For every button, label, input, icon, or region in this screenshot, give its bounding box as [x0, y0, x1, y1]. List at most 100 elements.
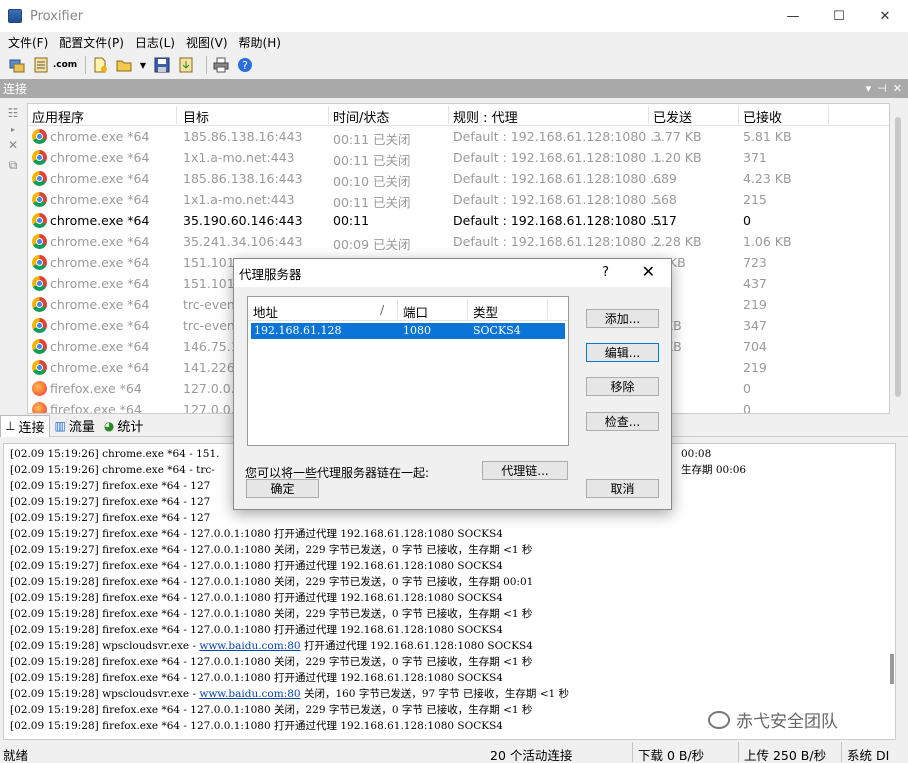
- row-sent: 568: [653, 192, 677, 207]
- expand-arrow-icon[interactable]: ▸: [0, 123, 26, 135]
- maximize-button[interactable]: ☐: [816, 0, 862, 32]
- tab-label: 统计: [117, 420, 144, 435]
- dialog-close-button[interactable]: ✕: [642, 262, 655, 281]
- vertical-scrollbar[interactable]: [891, 103, 905, 415]
- row-time-status: 00:11: [333, 213, 370, 228]
- cancel-button[interactable]: 取消: [586, 479, 659, 498]
- col-received[interactable]: 已接收: [743, 107, 782, 126]
- panel-pin-icon[interactable]: ⊣: [877, 82, 887, 95]
- row-received: 371: [743, 150, 767, 165]
- profile-icon[interactable]: [8, 56, 26, 74]
- row-time-status: 00:11 已关闭: [333, 132, 411, 147]
- col-sent[interactable]: 已发送: [653, 107, 692, 126]
- import-icon[interactable]: [177, 56, 195, 74]
- col-rule-proxy[interactable]: 规则 : 代理: [453, 107, 518, 126]
- add-button[interactable]: 添加...: [586, 309, 659, 328]
- row-target: 1x1.a-mo.net:443: [183, 150, 295, 165]
- check-button[interactable]: 检查...: [586, 412, 659, 431]
- print-icon[interactable]: [212, 56, 230, 74]
- status-active-connections: 20 个活动连接: [490, 748, 573, 763]
- panel-close-icon[interactable]: ✕: [893, 82, 902, 95]
- minimize-button[interactable]: —: [770, 0, 816, 32]
- open-icon[interactable]: [115, 56, 133, 74]
- log-scrollbar[interactable]: [890, 654, 894, 684]
- log-text-tail: 打开通过代理 192.168.61.128:1080 SOCKS4: [300, 640, 533, 652]
- ok-button[interactable]: 确定: [246, 479, 319, 498]
- log-text: [02.09 15:19:28] firefox.exe *64 - 127.0…: [10, 576, 534, 588]
- scroll-thumb[interactable]: [895, 117, 901, 397]
- table-row[interactable]: chrome.exe *64 185.86.138.16:443 00:11 已关闭…: [28, 126, 889, 147]
- row-application: chrome.exe *64: [50, 339, 150, 354]
- log-line: [02.09 15:19:28] firefox.exe *64 - 127.0…: [10, 606, 889, 622]
- window-icon[interactable]: ⧉: [0, 155, 26, 175]
- menu-view[interactable]: 视图(V): [186, 34, 228, 51]
- log-text: [02.09 15:19:26] chrome.exe *64 - trc-: [10, 464, 215, 476]
- row-rule-proxy: Default : 192.168.61.128:1080 ...: [453, 129, 663, 144]
- close-connection-icon[interactable]: ✕: [0, 135, 26, 155]
- row-rule-proxy: Default : 192.168.61.128:1080 ...: [453, 213, 663, 228]
- row-target: trc-event: [183, 318, 240, 333]
- log-line: [02.09 15:19:28] firefox.exe *64 - 127.0…: [10, 654, 889, 670]
- col-type[interactable]: 类型: [473, 302, 498, 321]
- list-view-icon[interactable]: ☷: [0, 103, 26, 123]
- panel-menu-icon[interactable]: ▾: [866, 82, 872, 95]
- remove-button[interactable]: 移除: [586, 377, 659, 396]
- table-row[interactable]: chrome.exe *64 35.241.34.106:443 00:09 已关闭…: [28, 231, 889, 252]
- row-received: 723: [743, 255, 767, 270]
- col-time-status[interactable]: 时间/状态: [333, 107, 389, 126]
- row-rule-proxy: Default : 192.168.61.128:1080 ...: [453, 234, 663, 249]
- log-text: [02.09 15:19:28] wpscloudsvr.exe -: [10, 640, 200, 652]
- dialog-help-button[interactable]: ?: [602, 265, 609, 280]
- col-target[interactable]: 目标: [183, 107, 209, 126]
- close-button[interactable]: ✕: [862, 0, 908, 32]
- table-row[interactable]: chrome.exe *64 35.190.60.146:443 00:11 Defa…: [28, 210, 889, 231]
- row-target: 35.241.34.106:443: [183, 234, 303, 249]
- table-row[interactable]: chrome.exe *64 1x1.a-mo.net:443 00:11 已关闭 D…: [28, 147, 889, 168]
- row-application: chrome.exe *64: [50, 129, 150, 144]
- log-link[interactable]: www.baidu.com:80: [199, 688, 300, 700]
- tab-traffic[interactable]: ▥ 流量: [50, 415, 99, 437]
- watermark: 赤弋安全团队: [708, 707, 838, 732]
- row-application: firefox.exe *64: [50, 402, 142, 414]
- new-icon[interactable]: [91, 56, 109, 74]
- table-row[interactable]: chrome.exe *64 1x1.a-mo.net:443 00:11 已关闭 D…: [28, 189, 889, 210]
- menu-log[interactable]: 日志(L): [135, 34, 175, 51]
- log-line: [02.09 15:19:28] firefox.exe *64 - 127.0…: [10, 590, 889, 606]
- menu-help[interactable]: 帮助(H): [239, 34, 281, 51]
- dns-icon[interactable]: .com: [53, 56, 77, 74]
- toolbar-separator: [85, 56, 86, 74]
- row-received: 219: [743, 297, 767, 312]
- row-received: 347: [743, 318, 767, 333]
- chrome-icon: [32, 234, 47, 249]
- panel-title: 连接: [3, 82, 28, 96]
- menu-profile[interactable]: 配置文件(P): [59, 34, 124, 51]
- row-time-status: 00:11 已关闭: [333, 195, 411, 210]
- log-text: [02.09 15:19:27] firefox.exe *64 - 127: [10, 480, 211, 492]
- edit-button[interactable]: 编辑...: [586, 343, 659, 362]
- save-icon[interactable]: [153, 56, 171, 74]
- tab-connections[interactable]: ⊥ 连接: [0, 414, 51, 437]
- menu-bar: 文件(F) 配置文件(P) 日志(L) 视图(V) 帮助(H): [0, 32, 908, 52]
- log-line: [02.09 15:19:27] firefox.exe *64 - 127: [10, 510, 889, 526]
- table-row[interactable]: chrome.exe *64 185.86.138.16:443 00:10 已关闭…: [28, 168, 889, 189]
- row-application: chrome.exe *64: [50, 213, 150, 228]
- col-port[interactable]: 端口: [403, 302, 428, 321]
- row-received: 4.23 KB: [743, 171, 792, 186]
- menu-file[interactable]: 文件(F): [8, 34, 48, 51]
- log-line: [02.09 15:19:27] firefox.exe *64 - 127.0…: [10, 542, 889, 558]
- proxy-port: 1080: [403, 324, 431, 337]
- col-address[interactable]: 地址: [253, 302, 278, 321]
- help-icon[interactable]: ?: [236, 56, 254, 74]
- row-received: 219: [743, 360, 767, 375]
- proxy-row-selected[interactable]: 192.168.61.128 1080 SOCKS4: [251, 323, 565, 339]
- tab-statistics[interactable]: ◕ 统计: [100, 415, 149, 437]
- chevron-down-icon[interactable]: ▼: [139, 56, 147, 74]
- row-application: chrome.exe *64: [50, 276, 150, 291]
- proxy-chains-button[interactable]: 代理链...: [482, 461, 568, 480]
- row-target: trc-event: [183, 297, 240, 312]
- log-link[interactable]: www.baidu.com:80: [199, 640, 300, 652]
- chrome-icon: [32, 318, 47, 333]
- row-target: 185.86.138.16:443: [183, 171, 303, 186]
- col-application[interactable]: 应用程序: [32, 107, 84, 126]
- rules-icon[interactable]: [32, 56, 50, 74]
